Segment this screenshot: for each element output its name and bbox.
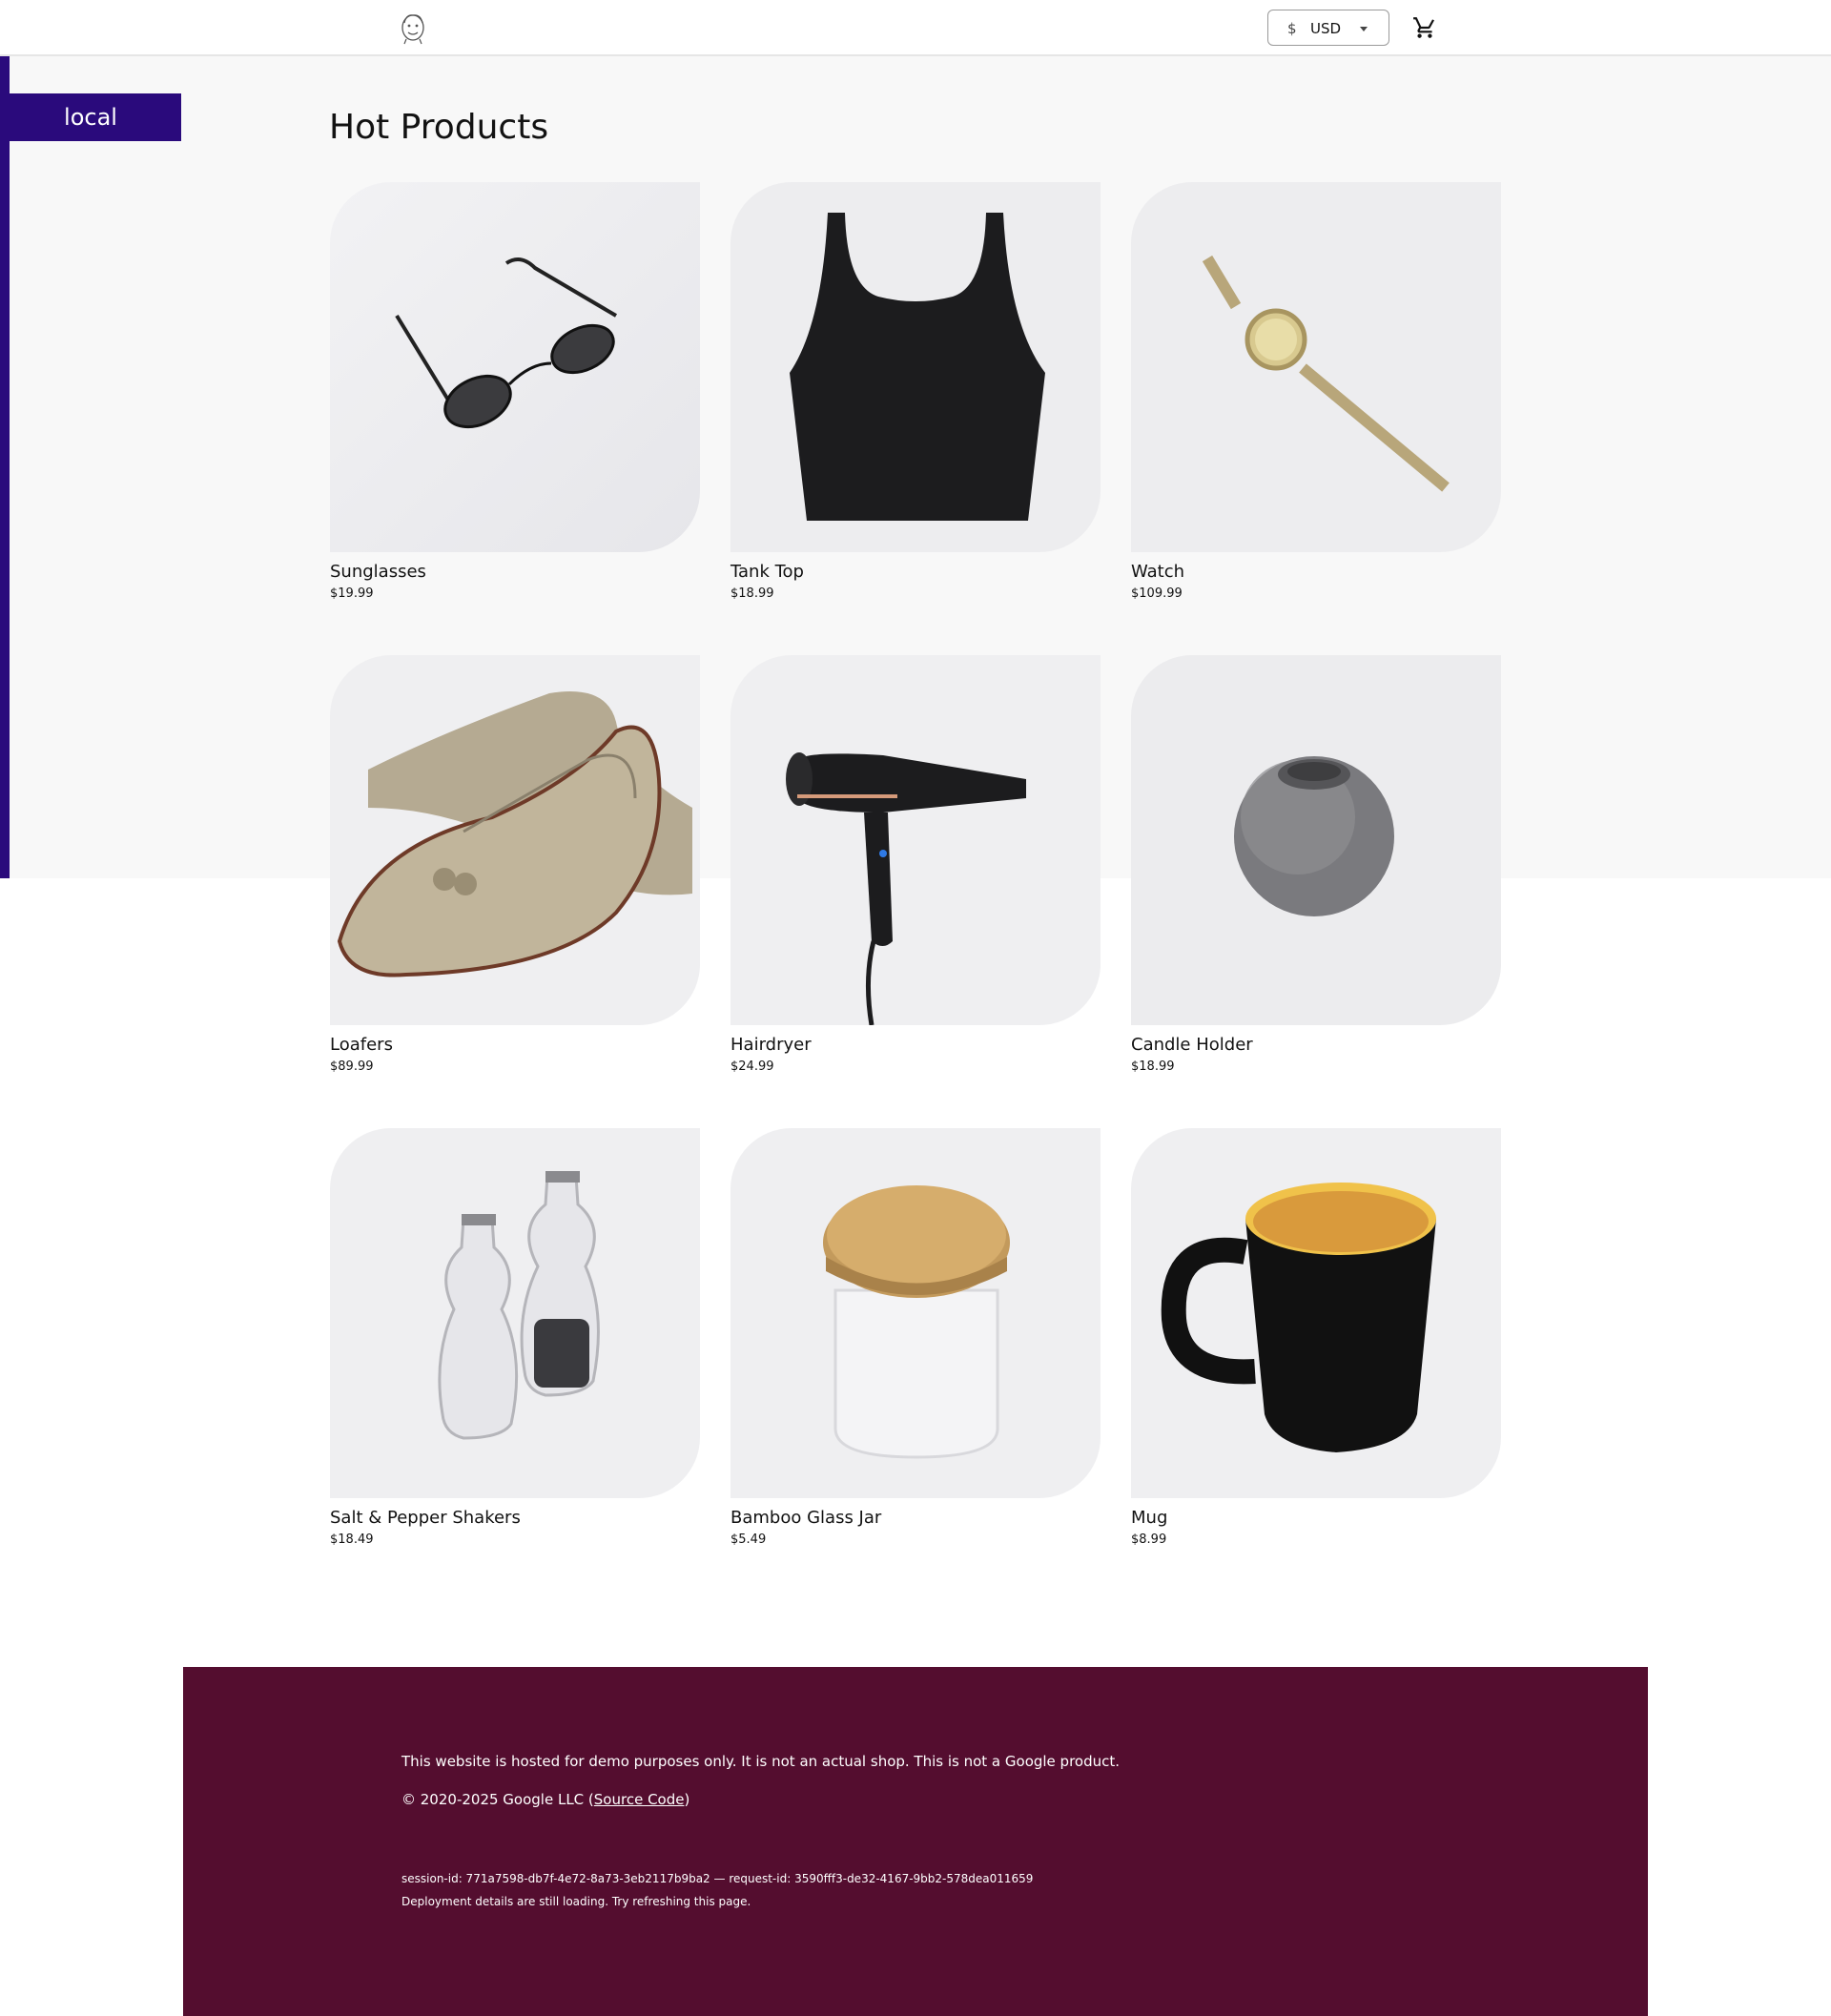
product-price: $5.49	[730, 1533, 767, 1547]
page-title: Hot Products	[329, 108, 549, 147]
product-image-hairdryer[interactable]	[730, 655, 1101, 1025]
product-image-watch[interactable]	[1131, 182, 1501, 552]
page: $ USD local Hot Products Sunglasses $19.…	[0, 0, 1831, 2016]
product-name[interactable]: Loafers	[330, 1035, 700, 1056]
product-price: $8.99	[1131, 1533, 1167, 1547]
product-price: $24.99	[730, 1059, 774, 1074]
currency-code: USD	[1310, 20, 1342, 37]
product-card[interactable]: Mug $8.99	[1131, 1128, 1501, 1549]
product-name[interactable]: Hairdryer	[730, 1035, 1101, 1056]
product-card[interactable]: Sunglasses $19.99	[330, 182, 700, 603]
product-name[interactable]: Sunglasses	[330, 562, 700, 583]
product-price: $19.99	[330, 586, 374, 601]
product-price: $18.99	[730, 586, 774, 601]
session-info: session-id: 771a7598-db7f-4e72-8a73-3eb2…	[401, 1872, 1034, 1885]
product-image-tank-top[interactable]	[730, 182, 1101, 552]
site-header: $ USD	[0, 0, 1831, 56]
product-name[interactable]: Candle Holder	[1131, 1035, 1501, 1056]
footer-disclaimer: This website is hosted for demo purposes…	[401, 1753, 1121, 1770]
shopping-cart-icon[interactable]	[1412, 15, 1437, 40]
source-code-link[interactable]: Source Code	[594, 1791, 685, 1808]
product-name[interactable]: Tank Top	[730, 562, 1101, 583]
product-card[interactable]: Bamboo Glass Jar $5.49	[730, 1128, 1101, 1549]
copyright-suffix: )	[684, 1791, 690, 1808]
product-image-candle-holder[interactable]	[1131, 655, 1501, 1025]
site-footer: This website is hosted for demo purposes…	[183, 1667, 1648, 2016]
deployment-info: Deployment details are still loading. Tr…	[401, 1895, 751, 1908]
product-price: $18.49	[330, 1533, 374, 1547]
currency-symbol: $	[1287, 20, 1297, 37]
product-image-bamboo-glass-jar[interactable]	[730, 1128, 1101, 1498]
product-card[interactable]: Loafers $89.99	[330, 655, 700, 1076]
product-card[interactable]: Candle Holder $18.99	[1131, 655, 1501, 1076]
product-name[interactable]: Bamboo Glass Jar	[730, 1508, 1101, 1529]
footer-copyright: © 2020-2025 Google LLC (Source Code)	[401, 1791, 689, 1808]
product-image-sunglasses[interactable]	[330, 182, 700, 552]
product-card[interactable]: Tank Top $18.99	[730, 182, 1101, 603]
currency-select[interactable]: $ USD	[1267, 10, 1389, 46]
product-card[interactable]: Hairdryer $24.99	[730, 655, 1101, 1076]
product-name[interactable]: Watch	[1131, 562, 1501, 583]
product-image-loafers[interactable]	[330, 655, 700, 1025]
product-name[interactable]: Mug	[1131, 1508, 1501, 1529]
copyright-prefix: © 2020-2025 Google LLC (	[401, 1791, 594, 1808]
product-name[interactable]: Salt & Pepper Shakers	[330, 1508, 700, 1529]
product-card[interactable]: Salt & Pepper Shakers $18.49	[330, 1128, 700, 1549]
product-price: $18.99	[1131, 1059, 1175, 1074]
boutique-logo-icon[interactable]	[397, 11, 429, 46]
chevron-down-icon	[1360, 27, 1368, 31]
product-image-mug[interactable]	[1131, 1128, 1501, 1498]
product-card[interactable]: Watch $109.99	[1131, 182, 1501, 603]
product-price: $89.99	[330, 1059, 374, 1074]
product-price: $109.99	[1131, 586, 1183, 601]
product-image-salt-pepper-shakers[interactable]	[330, 1128, 700, 1498]
environment-badge: local	[0, 93, 181, 141]
